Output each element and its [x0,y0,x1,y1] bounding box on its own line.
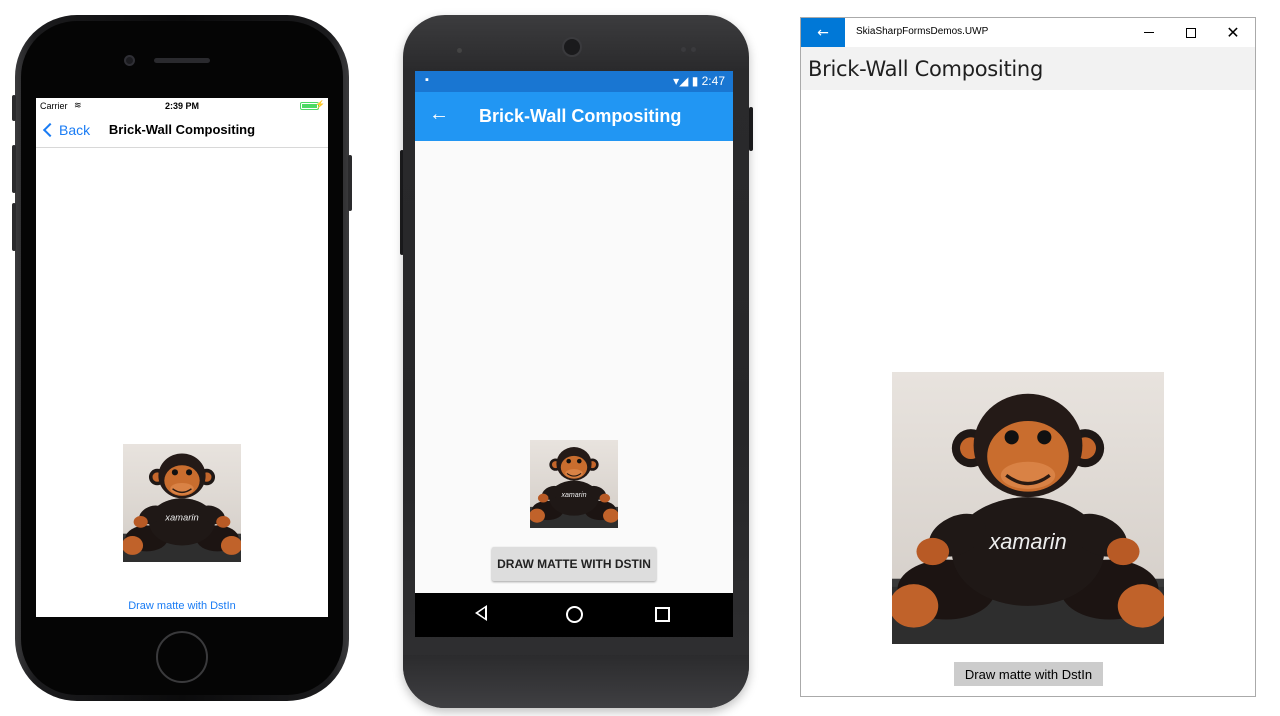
ios-status-bar: Carrier ≋ 2:39 PM ⚡ [36,98,328,116]
ios-draw-matte-button[interactable]: Draw matte with DstIn [36,600,328,612]
iphone-speaker [154,58,210,63]
nav-back-icon[interactable] [475,605,487,621]
uwp-maximize-button[interactable] [1170,18,1212,47]
shirt-logo-text: xamarin [560,492,586,499]
android-navigation-bar [415,593,733,637]
android-screen: ▪ ▾◢ ▮ 2:47 ← Brick-Wall Compositing xam… [415,71,733,637]
ios-clock: 2:39 PM [164,101,199,111]
shirt-logo-text: xamarin [164,512,199,523]
ios-screen: Carrier ≋ 2:39 PM ⚡ Back Brick-Wall Comp… [36,98,328,617]
android-notification-icon: ▪ [425,74,429,86]
monkey-photo: xamarin [530,440,618,528]
uwp-minimize-button[interactable] [1128,18,1170,47]
uwp-title-bar: ← SkiaSharpFormsDemos.UWP ✕ [801,18,1255,47]
android-draw-matte-button[interactable]: DRAW MATTE WITH DSTIN [492,547,656,581]
uwp-page-title: Brick-Wall Compositing [808,57,1043,81]
ios-page-title: Brick-Wall Compositing [108,122,256,137]
android-sensor [681,47,686,52]
monkey-photo: xamarin [123,444,241,562]
monkey-photo: xamarin [892,372,1164,644]
iphone-camera-icon [124,55,135,66]
arrow-left-icon: ← [817,24,829,41]
iphone-power-button [348,155,352,211]
shirt-logo-text: xamarin [988,529,1066,554]
charging-bolt-icon: ⚡ [315,100,325,109]
uwp-window: ← SkiaSharpFormsDemos.UWP ✕ Brick-Wall C… [800,17,1256,697]
android-chin [403,655,749,708]
android-camera-icon [562,37,582,57]
uwp-app-name: SkiaSharpFormsDemos.UWP [856,26,989,37]
uwp-close-button[interactable]: ✕ [1212,18,1254,47]
iphone-volume-down [12,203,16,251]
maximize-icon [1186,27,1196,38]
android-power-button [749,107,753,151]
close-icon: ✕ [1226,22,1240,42]
minimize-icon [1144,32,1154,33]
uwp-back-button[interactable]: ← [801,18,845,47]
iphone-mute-switch [12,95,16,121]
android-toolbar: ← Brick-Wall Compositing [415,92,733,141]
iphone-home-button[interactable] [156,631,208,683]
android-device-frame: ▪ ▾◢ ▮ 2:47 ← Brick-Wall Compositing xam… [395,15,757,708]
uwp-draw-matte-button[interactable]: Draw matte with DstIn [954,662,1103,686]
iphone-volume-up [12,145,16,193]
arrow-left-icon[interactable]: ← [429,103,449,126]
android-status-icons: ▾◢ ▮ 2:47 [673,74,725,88]
android-page-title: Brick-Wall Compositing [479,106,682,126]
uwp-page-header: Brick-Wall Compositing [801,47,1255,90]
iphone-device-frame: Carrier ≋ 2:39 PM ⚡ Back Brick-Wall Comp… [12,15,352,701]
android-sensor [457,48,462,53]
nav-recents-icon[interactable] [655,607,670,622]
android-sensor [691,47,696,52]
ios-navigation-bar: Back Brick-Wall Compositing [36,116,328,148]
nav-home-icon[interactable] [566,606,583,623]
android-status-bar: ▪ ▾◢ ▮ 2:47 [415,71,733,92]
